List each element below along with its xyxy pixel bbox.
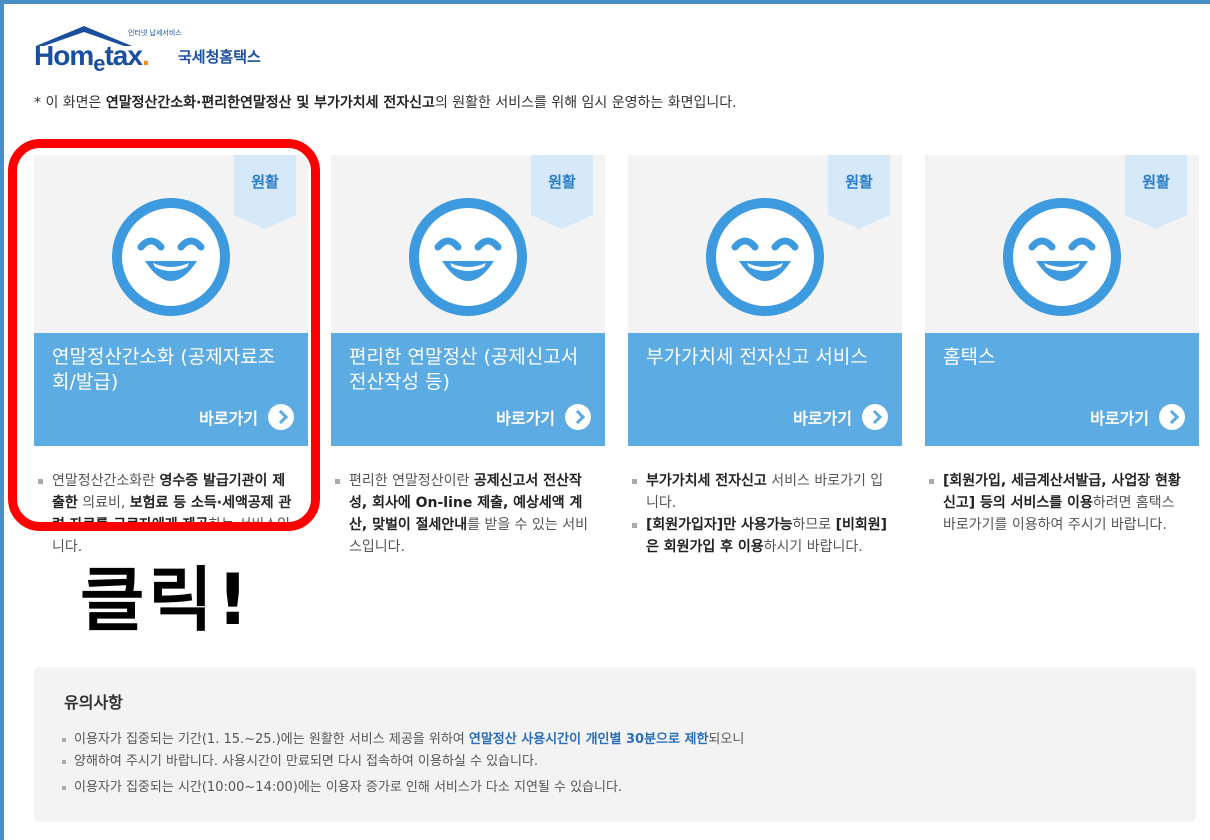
click-annotation: 클릭! bbox=[80, 559, 253, 641]
go-button[interactable]: 바로가기 bbox=[496, 404, 591, 430]
status-badge: 원활 bbox=[1125, 155, 1187, 229]
card-description-3: 부가가치세 전자신고 서비스 바로가기 입니다. [회원가입자]만 사용가능하므로… bbox=[628, 470, 890, 558]
caution-line-1: 이용자가 집중되는 기간(1. 15.~25.)에는 원활한 서비스 제공을 위… bbox=[62, 729, 744, 751]
card-bottom: 편리한 연말정산 (공제신고서 전산작성 등) 바로가기 bbox=[331, 333, 605, 446]
card-title: 홈택스 bbox=[943, 346, 996, 368]
service-card-2[interactable]: 원활 편리한 연말정산 (공제신고서 전산작성 등) 바로가기 bbox=[331, 155, 605, 446]
card-bottom: 홈택스 바로가기 bbox=[925, 333, 1199, 446]
logo-brand: Hometax. bbox=[34, 40, 150, 76]
description-item: [회원가입자]만 사용가능하므로 [비회원]은 회원가입 후 이용하시기 바랍니… bbox=[628, 514, 890, 558]
go-button[interactable]: 바로가기 bbox=[1090, 404, 1185, 430]
service-card-3[interactable]: 원활 부가가치세 전자신고 서비스 바로가기 bbox=[628, 155, 902, 446]
card-description-4: [회원가입, 세금계산서발급, 사업장 현황 신고] 등의 서비스를 이용하려면… bbox=[925, 470, 1187, 536]
description-item: [회원가입, 세금계산서발급, 사업장 현황 신고] 등의 서비스를 이용하려면… bbox=[925, 470, 1187, 536]
go-label: 바로가기 bbox=[1090, 409, 1149, 428]
status-badge: 원활 bbox=[828, 155, 890, 229]
card-bottom: 부가가치세 전자신고 서비스 바로가기 bbox=[628, 333, 902, 446]
notice-text: * 이 화면은 연말정산간소화·편리한연말정산 및 부가가치세 전자신고의 원활… bbox=[34, 95, 737, 111]
caution-line-2: 이용자가 집중되는 시간(10:00~14:00)에는 이용자 증가로 인해 서… bbox=[62, 777, 622, 799]
arrow-right-icon bbox=[1159, 404, 1185, 430]
smiley-face-icon bbox=[1003, 198, 1121, 316]
card-top: 원활 bbox=[628, 155, 902, 333]
card-title: 부가가치세 전자신고 서비스 bbox=[646, 346, 868, 368]
arrow-right-icon bbox=[862, 404, 888, 430]
caution-line-1-cont: 양해하여 주시기 바랍니다. 사용시간이 만료되면 다시 접속하여 이용하실 수… bbox=[62, 751, 538, 773]
red-highlight-box bbox=[8, 139, 320, 531]
arrow-right-icon bbox=[565, 404, 591, 430]
go-label: 바로가기 bbox=[496, 409, 555, 428]
go-button[interactable]: 바로가기 bbox=[793, 404, 888, 430]
status-badge: 원활 bbox=[531, 155, 593, 229]
logo-tagline: 인터넷 납세서비스 bbox=[128, 29, 182, 37]
smiley-face-icon bbox=[706, 198, 824, 316]
card-top: 원활 bbox=[331, 155, 605, 333]
service-card-4[interactable]: 원활 홈택스 바로가기 bbox=[925, 155, 1199, 446]
description-item: 부가가치세 전자신고 서비스 바로가기 입니다. bbox=[628, 470, 890, 514]
card-title: 편리한 연말정산 (공제신고서 전산작성 등) bbox=[349, 346, 579, 393]
caution-title: 유의사항 bbox=[64, 693, 123, 712]
caution-box: 유의사항 이용자가 집중되는 기간(1. 15.~25.)에는 원활한 서비스 … bbox=[34, 667, 1196, 822]
smiley-face-icon bbox=[409, 198, 527, 316]
hometax-logo[interactable]: 인터넷 납세서비스 Hometax. 국세청홈택스 bbox=[34, 24, 294, 76]
card-top: 원활 bbox=[925, 155, 1199, 333]
logo-korean-name: 국세청홈택스 bbox=[178, 48, 261, 66]
card-description-2: 편리한 연말정산이란 공제신고서 전산작성, 회사에 On-line 제출, 예… bbox=[331, 470, 593, 558]
go-label: 바로가기 bbox=[793, 409, 852, 428]
description-item: 편리한 연말정산이란 공제신고서 전산작성, 회사에 On-line 제출, 예… bbox=[331, 470, 593, 558]
